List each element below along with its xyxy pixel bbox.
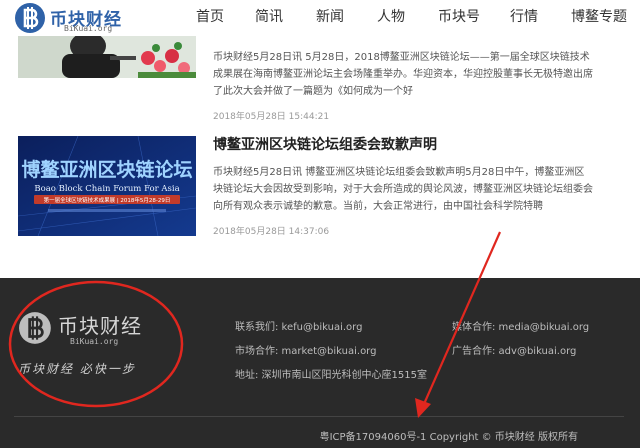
footer-logo-title: 币块财经	[58, 314, 142, 338]
article-item: 币块财经5月28日讯 5月28日，2018博鳌亚洲区块链论坛——第一届全球区块链…	[0, 36, 640, 124]
nav-briefs[interactable]: 简讯	[255, 0, 316, 36]
article-date: 2018年05月28日 15:44:21	[213, 112, 330, 122]
footer-slogan: 币块财经 必快一步	[18, 362, 136, 376]
address: 地址: 深圳市南山区阳光科创中心座1515室	[235, 370, 427, 381]
bitcoin-b-icon	[19, 312, 51, 344]
site-logo[interactable]: 币块财经 BiKuai.org	[0, 2, 170, 34]
copyright: 粤ICP备17094060号-1 Copyright © 币块财经 版权所有	[319, 432, 578, 443]
nav-bikuai-accounts[interactable]: 币块号	[438, 0, 510, 36]
banner-subtitle: 第一届全球区块链技术成果展 | 2018年5月28-29日	[44, 196, 171, 204]
article-title[interactable]: 博鳌亚洲区块链论坛组委会致歉声明	[213, 134, 437, 154]
main-nav: 首页 简讯 新闻 人物 币块号 行情 博鳌专题	[196, 0, 640, 36]
article-item: 博鳌亚洲区块链论坛 Boao Block Chain Forum For Asi…	[0, 128, 640, 246]
banner-title: 博鳌亚洲区块链论坛	[21, 158, 192, 181]
article-date: 2018年05月28日 14:37:06	[213, 227, 330, 237]
article-banner-image[interactable]: 博鳌亚洲区块链论坛 Boao Block Chain Forum For Asi…	[18, 136, 196, 236]
nav-boao-special[interactable]: 博鳌专题	[571, 0, 640, 36]
ad-cooperation[interactable]: 广告合作: adv@bikuai.org	[452, 342, 576, 357]
nav-news[interactable]: 新闻	[316, 0, 377, 36]
banner-english-title: Boao Block Chain Forum For Asia	[34, 184, 179, 194]
logo-domain: BiKuai.org	[64, 24, 113, 33]
contact-us[interactable]: 联系我们: kefu@bikuai.org	[235, 318, 362, 333]
footer-divider	[14, 416, 624, 417]
bitcoin-b-icon	[15, 3, 45, 33]
footer-logo[interactable]: 币块财经 BiKuai.org	[14, 310, 174, 350]
site-header: 币块财经 BiKuai.org 首页 简讯 新闻 人物 币块号 行情 博鳌专题	[0, 0, 640, 36]
article-summary: 币块财经5月28日讯 5月28日，2018博鳌亚洲区块链论坛——第一届全球区块链…	[213, 52, 593, 97]
footer-logo-domain: BiKuai.org	[70, 337, 119, 346]
article-thumbnail[interactable]	[18, 36, 196, 78]
nav-home[interactable]: 首页	[196, 0, 255, 36]
nav-market[interactable]: 行情	[510, 0, 571, 36]
market-cooperation[interactable]: 市场合作: market@bikuai.org	[235, 342, 376, 357]
site-footer: 币块财经 BiKuai.org 币块财经 必快一步 联系我们: kefu@bik…	[0, 278, 640, 448]
nav-people[interactable]: 人物	[377, 0, 438, 36]
media-cooperation[interactable]: 媒体合作: media@bikuai.org	[452, 318, 589, 333]
article-summary: 币块财经5月28日讯 博鳌亚洲区块链论坛组委会致歉声明5月28日中午，博鳌亚洲区…	[213, 167, 593, 212]
